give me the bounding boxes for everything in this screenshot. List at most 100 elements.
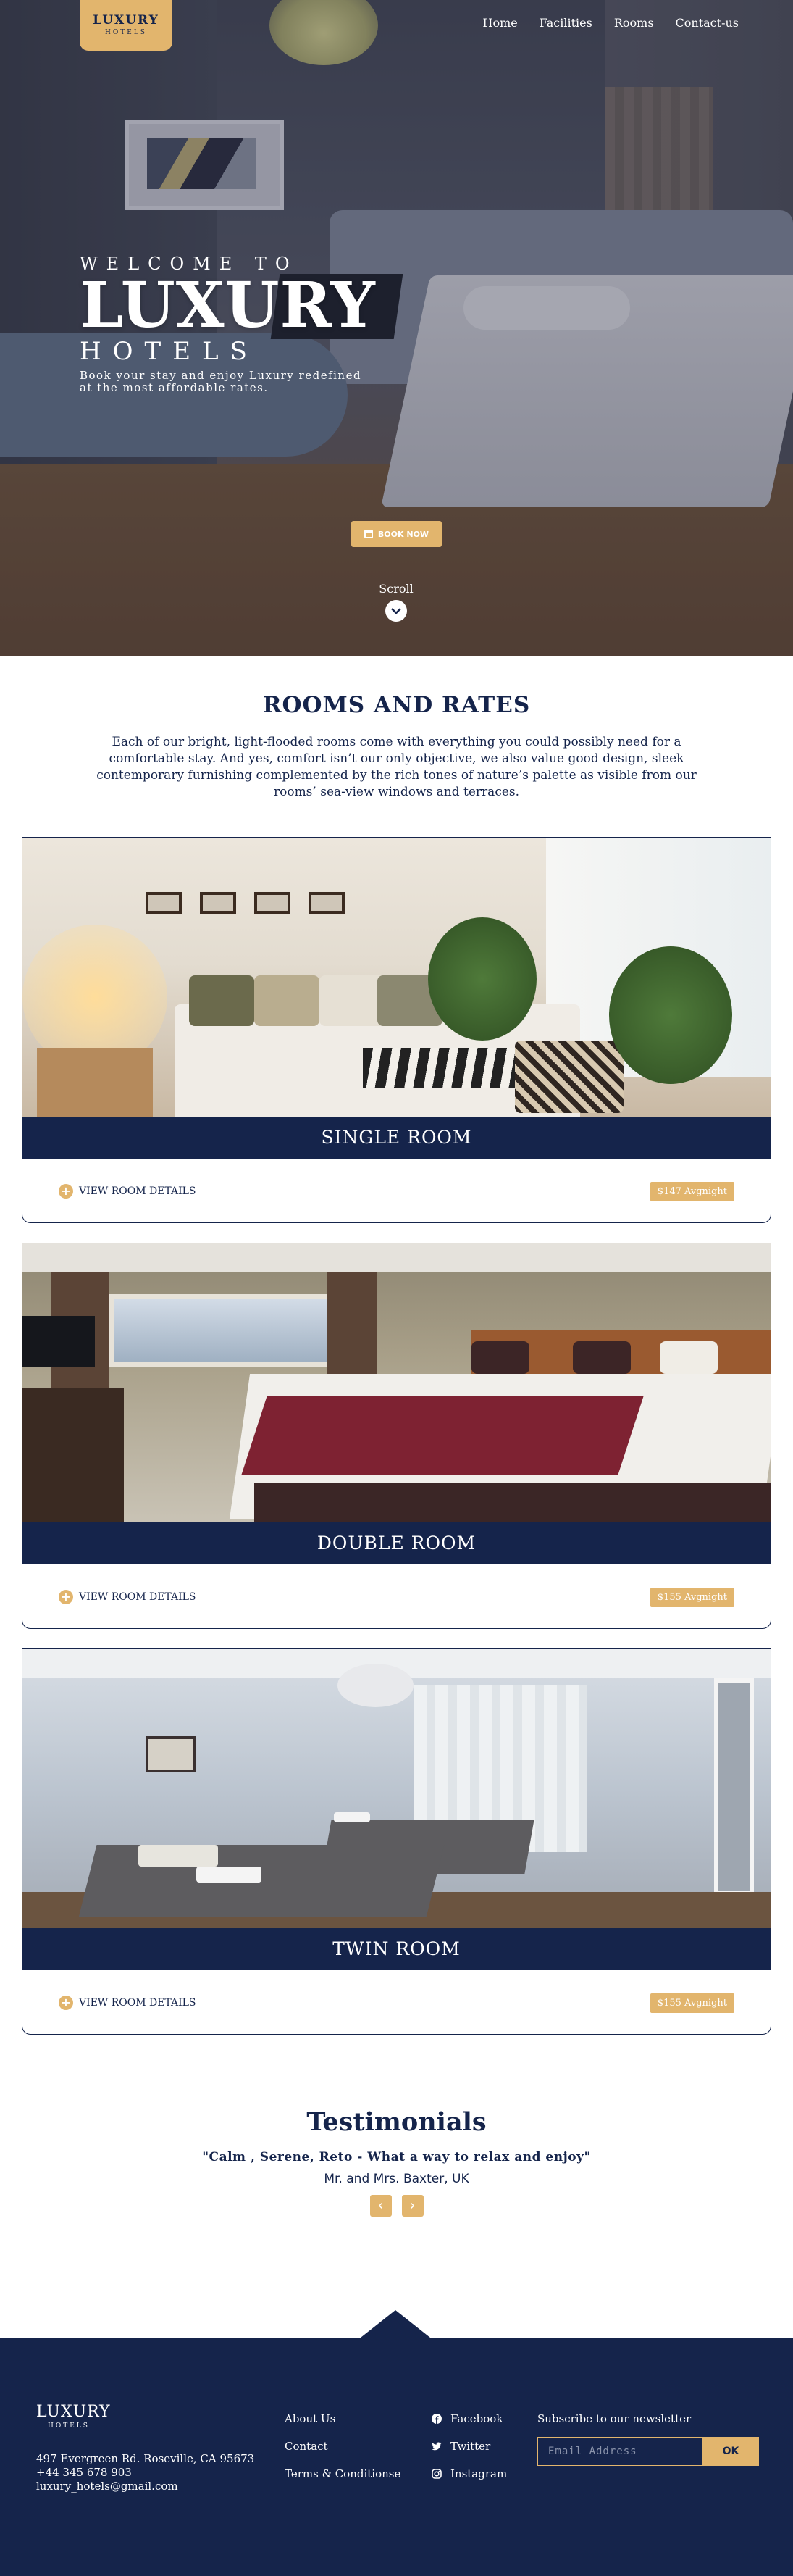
social-facebook[interactable]: Facebook <box>432 2405 507 2433</box>
logo-text: LUXURY <box>93 13 159 28</box>
facebook-icon <box>432 2414 442 2424</box>
scene-tv <box>22 1316 95 1367</box>
price-badge: $155 Avgnight <box>650 1993 734 2013</box>
social-label: Instagram <box>450 2467 508 2480</box>
footer-logo-text: LUXURY <box>36 2403 111 2421</box>
testimonial-controls: ‹ › <box>0 2195 793 2217</box>
newsletter-form: Email Address OK <box>537 2437 759 2466</box>
social-label: Twitter <box>450 2440 491 2453</box>
view-details-link[interactable]: + VIEW ROOM DETAILS <box>59 1996 196 2010</box>
scene-pillow <box>189 975 254 1026</box>
scene-mirror <box>714 1678 754 1896</box>
scene-bed <box>78 1845 445 1917</box>
rooms-heading: ROOMS AND RATES <box>262 692 531 718</box>
footer-logo-subtext: HOTELS <box>48 2422 90 2430</box>
next-testimonial-button[interactable]: › <box>401 2195 424 2217</box>
room-card-double: DOUBLE ROOM + VIEW ROOM DETAILS $155 Avg… <box>22 1243 771 1629</box>
scene-plant <box>428 917 537 1041</box>
nav-item-home[interactable]: Home <box>483 16 518 33</box>
social-twitter[interactable]: Twitter <box>432 2433 507 2460</box>
instagram-icon <box>432 2469 442 2479</box>
scene-bed-base <box>254 1483 771 1522</box>
testimonial-quote: "Calm , Serene, Reto - What a way to rel… <box>202 2150 591 2164</box>
footer-email: luxury_hotels@gmail.com <box>36 2480 178 2493</box>
footer-link-terms[interactable]: Terms & Conditionse <box>285 2460 400 2488</box>
footer-address: 497 Evergreen Rd. Roseville, CA 95673 <box>36 2452 255 2465</box>
scene-bed-runner <box>241 1396 644 1475</box>
scroll-label: Scroll <box>379 582 414 596</box>
newsletter-email-input[interactable]: Email Address <box>537 2437 702 2466</box>
footer-phone: +44 345 678 903 <box>36 2466 132 2479</box>
scene-pillow <box>319 975 385 1026</box>
rooms-section: ROOMS AND RATES Each of our bright, ligh… <box>0 656 793 837</box>
view-details-link[interactable]: + VIEW ROOM DETAILS <box>59 1590 196 1604</box>
view-details-label: VIEW ROOM DETAILS <box>79 1591 196 1603</box>
view-details-link[interactable]: + VIEW ROOM DETAILS <box>59 1184 196 1199</box>
footer-social: Facebook Twitter Instagram <box>432 2405 507 2488</box>
nav-menu: Home Facilities Rooms Contact-us <box>483 16 739 33</box>
plus-icon: + <box>59 1996 73 2010</box>
scene-window <box>109 1294 356 1367</box>
scene-plant <box>609 946 732 1084</box>
room-title: TWIN ROOM <box>22 1928 771 1970</box>
price-badge: $147 Avgnight <box>650 1181 734 1201</box>
view-details-label: VIEW ROOM DETAILS <box>79 1997 196 2009</box>
footer-notch <box>361 2310 430 2338</box>
footer-links: About Us Contact Terms & Conditionse <box>285 2405 400 2488</box>
testimonial-author: Mr. and Mrs. Baxter, UK <box>324 2172 469 2186</box>
room-image-twin[interactable] <box>22 1649 771 1928</box>
site-footer: LUXURY HOTELS 497 Evergreen Rd. Rosevill… <box>0 2338 793 2576</box>
scene-pouf <box>515 1041 624 1113</box>
newsletter-ok-button[interactable]: OK <box>702 2437 759 2466</box>
scene-pillow <box>138 1845 218 1867</box>
chevron-down-icon[interactable] <box>385 600 407 622</box>
scene-desk <box>22 1388 124 1522</box>
scene-ceiling <box>22 1243 771 1272</box>
hero-text: WELCOME TO LUXURY HOTELS Book your stay … <box>80 254 376 394</box>
room-image-single[interactable] <box>22 838 771 1117</box>
footer-link-about[interactable]: About Us <box>285 2405 400 2433</box>
social-label: Facebook <box>450 2412 503 2425</box>
footer-contact-info: 497 Evergreen Rd. Roseville, CA 95673 +4… <box>36 2452 254 2493</box>
scene-lamp <box>337 1664 414 1707</box>
hero-section: LUXURY HOTELS Home Facilities Rooms Cont… <box>0 0 793 656</box>
room-card-footer: + VIEW ROOM DETAILS $147 Avgnight <box>22 1159 771 1222</box>
footer-wrapper: LUXURY HOTELS 497 Evergreen Rd. Rosevill… <box>0 2310 793 2576</box>
footer-link-contact[interactable]: Contact <box>285 2433 400 2460</box>
room-image-double[interactable] <box>22 1243 771 1522</box>
scene-picture <box>146 1736 196 1772</box>
calendar-icon <box>364 530 373 538</box>
room-card-single: SINGLE ROOM + VIEW ROOM DETAILS $147 Avg… <box>22 837 771 1223</box>
nav-item-rooms[interactable]: Rooms <box>613 16 654 33</box>
scene-pillow <box>660 1341 718 1374</box>
scene-nightstand <box>37 1048 153 1117</box>
book-now-button[interactable]: BOOK NOW <box>351 521 442 547</box>
newsletter: Subscribe to our newsletter Email Addres… <box>537 2412 759 2466</box>
room-title: DOUBLE ROOM <box>22 1522 771 1564</box>
logo-subtext: HOTELS <box>105 29 147 36</box>
price-badge: $155 Avgnight <box>650 1587 734 1607</box>
testimonials-heading: Testimonials <box>306 2107 487 2137</box>
rooms-intro: Each of our bright, light-flooded rooms … <box>96 735 697 799</box>
scene-pillow <box>254 975 319 1026</box>
testimonials-section: Testimonials "Calm , Serene, Reto - What… <box>0 2035 793 2310</box>
nav-item-facilities[interactable]: Facilities <box>540 16 592 33</box>
scroll-indicator[interactable]: Scroll <box>360 582 432 622</box>
room-card-footer: + VIEW ROOM DETAILS $155 Avgnight <box>22 1970 771 2034</box>
scene-frames <box>146 892 356 914</box>
twitter-icon <box>432 2442 442 2451</box>
prev-testimonial-button[interactable]: ‹ <box>369 2195 392 2217</box>
nav-item-contact-us[interactable]: Contact-us <box>676 16 739 33</box>
room-card-footer: + VIEW ROOM DETAILS $155 Avgnight <box>22 1564 771 1628</box>
room-card-twin: TWIN ROOM + VIEW ROOM DETAILS $155 Avgni… <box>22 1648 771 2035</box>
book-now-label: BOOK NOW <box>377 529 429 539</box>
plus-icon: + <box>59 1590 73 1604</box>
plus-icon: + <box>59 1184 73 1199</box>
site-logo[interactable]: LUXURY HOTELS <box>80 0 172 51</box>
footer-logo[interactable]: LUXURY HOTELS <box>36 2403 111 2430</box>
scene-towel <box>196 1867 261 1883</box>
hero-tagline: Book your stay and enjoy Luxury redefine… <box>80 369 362 394</box>
main-nav: LUXURY HOTELS Home Facilities Rooms Cont… <box>0 0 793 52</box>
social-instagram[interactable]: Instagram <box>432 2460 507 2488</box>
scene-pillow <box>471 1341 529 1374</box>
